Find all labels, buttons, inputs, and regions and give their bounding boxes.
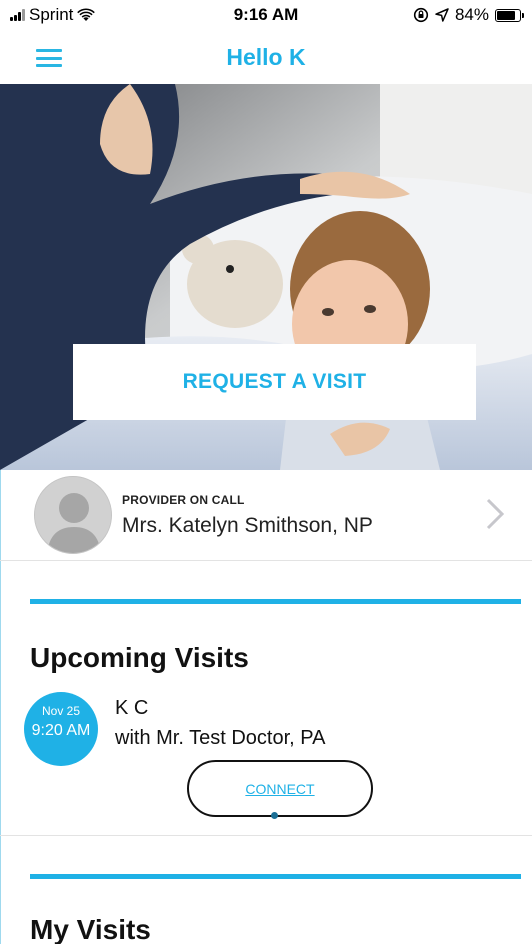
visit-date-badge: Nov 25 9:20 AM — [24, 692, 98, 766]
visit-date: Nov 25 — [41, 704, 81, 718]
visit-provider: with Mr. Test Doctor, PA — [115, 727, 326, 749]
status-left: Sprint — [10, 5, 96, 25]
provider-on-call-row[interactable]: PROVIDER ON CALL Mrs. Katelyn Smithson, … — [0, 470, 532, 561]
status-bar: Sprint 9:16 AM 84% — [0, 0, 532, 30]
battery-percent: 84% — [454, 5, 489, 24]
signal-bars-icon — [10, 9, 25, 21]
chevron-right-icon — [486, 498, 505, 530]
visit-patient-name: K C — [115, 697, 149, 719]
connect-button[interactable]: CONNECT — [187, 760, 373, 817]
provider-on-call-label: PROVIDER ON CALL — [122, 493, 245, 507]
my-visits-heading: My Visits — [30, 914, 151, 944]
my-visits-section-rule — [30, 874, 521, 879]
upcoming-divider — [0, 835, 532, 836]
location-arrow-icon — [435, 8, 449, 22]
wifi-icon — [77, 8, 96, 21]
page-indicator-dot — [271, 812, 278, 819]
provider-name: Mrs. Katelyn Smithson, NP — [122, 514, 373, 537]
carrier-label: Sprint — [29, 5, 74, 24]
battery-icon — [495, 8, 524, 22]
visit-time: 9:20 AM — [31, 722, 91, 739]
hero-banner: REQUEST A VISIT — [0, 84, 532, 470]
nav-bar: Hello K — [0, 30, 532, 84]
rotation-lock-icon — [413, 7, 429, 23]
page-title: Hello K — [226, 43, 306, 70]
person-avatar-icon — [34, 476, 112, 554]
hamburger-menu-icon[interactable] — [36, 49, 62, 67]
upcoming-section-rule — [30, 599, 521, 604]
request-visit-button[interactable]: REQUEST A VISIT — [73, 344, 476, 420]
status-right: 84% — [413, 5, 524, 25]
upcoming-visits-heading: Upcoming Visits — [30, 642, 249, 673]
